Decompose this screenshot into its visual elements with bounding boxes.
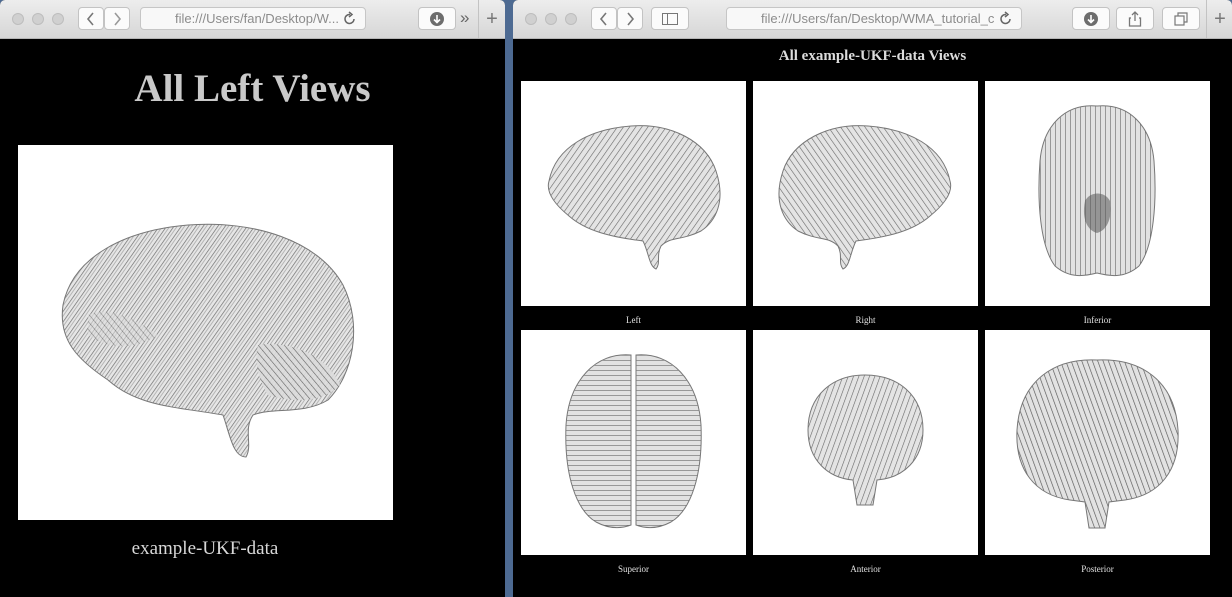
download-icon (1084, 11, 1098, 26)
view-superior: Superior (521, 330, 746, 574)
chevron-right-icon (114, 11, 122, 26)
brain-tractography-image (565, 354, 702, 529)
view-posterior: Posterior (985, 330, 1210, 574)
view-label: Posterior (1081, 564, 1114, 574)
dataset-caption: example-UKF-data (131, 538, 279, 559)
new-tab-button[interactable]: + (478, 0, 505, 38)
view-label: Left (626, 315, 641, 325)
forward-button[interactable] (104, 7, 130, 30)
downloads-button[interactable] (418, 7, 456, 30)
brain-left-view-image (18, 145, 393, 520)
sidebar-button[interactable] (651, 7, 689, 30)
brain-tractography-image (1038, 105, 1156, 277)
plus-icon: + (486, 7, 498, 30)
minimize-window-button[interactable] (32, 13, 44, 25)
view-label: Inferior (1083, 315, 1112, 325)
chevron-right-icon (627, 11, 635, 26)
right-browser-window: file:///Users/fan/Desktop/WMA_tutorial_c… (513, 0, 1232, 597)
page-title: All Left Views (134, 67, 371, 110)
address-bar[interactable]: file:///Users/fan/Desktop/WMA_tutorial_c (726, 7, 1022, 30)
sidebar-icon (662, 12, 678, 25)
view-left: Left (521, 81, 746, 325)
chevron-left-icon (599, 11, 607, 26)
brain-view-image (753, 330, 978, 555)
brain-view-image (985, 81, 1210, 306)
brain-view-image (753, 81, 978, 306)
download-icon (430, 11, 444, 26)
minimize-window-button[interactable] (545, 13, 557, 25)
view-label: Anterior (850, 564, 881, 574)
brain-tractography-image (547, 125, 721, 270)
brain-tractography-image (807, 374, 924, 506)
new-tab-button[interactable]: + (1206, 0, 1232, 38)
double-chevron-icon[interactable]: » (460, 8, 480, 28)
downloads-button[interactable] (1072, 7, 1110, 30)
chevron-left-icon (86, 11, 94, 26)
reload-icon[interactable] (999, 11, 1013, 27)
brain-tractography-image (778, 125, 952, 270)
back-button[interactable] (78, 7, 104, 30)
forward-button[interactable] (617, 7, 643, 30)
back-button[interactable] (591, 7, 617, 30)
view-right: Right (753, 81, 978, 325)
reload-icon[interactable] (343, 11, 357, 27)
view-inferior: Inferior (985, 81, 1210, 325)
zoom-window-button[interactable] (565, 13, 577, 25)
close-window-button[interactable] (525, 13, 537, 25)
url-text: file:///Users/fan/Desktop/W... (175, 11, 339, 26)
plus-icon: + (1214, 7, 1226, 30)
url-text: file:///Users/fan/Desktop/WMA_tutorial_c (761, 11, 995, 26)
brain-view-image (985, 330, 1210, 555)
brain-view-image (521, 81, 746, 306)
page-title: All example-UKF-data Views (778, 48, 967, 64)
share-button[interactable] (1116, 7, 1154, 30)
brain-view-image (521, 330, 746, 555)
toolbar: file:///Users/fan/Desktop/W... » + (0, 0, 505, 39)
tabs-icon (1174, 11, 1188, 26)
brain-tractography-image (1016, 359, 1179, 529)
left-browser-window: file:///Users/fan/Desktop/W... » + All L… (0, 0, 505, 597)
address-bar[interactable]: file:///Users/fan/Desktop/W... (140, 7, 366, 30)
brain-tractography-image (61, 223, 355, 458)
close-window-button[interactable] (12, 13, 24, 25)
zoom-window-button[interactable] (52, 13, 64, 25)
toolbar: file:///Users/fan/Desktop/WMA_tutorial_c… (513, 0, 1232, 39)
view-label: Superior (618, 564, 649, 574)
view-label: Right (855, 315, 876, 325)
share-icon (1128, 10, 1142, 27)
view-anterior: Anterior (753, 330, 978, 574)
tabs-button[interactable] (1162, 7, 1200, 30)
